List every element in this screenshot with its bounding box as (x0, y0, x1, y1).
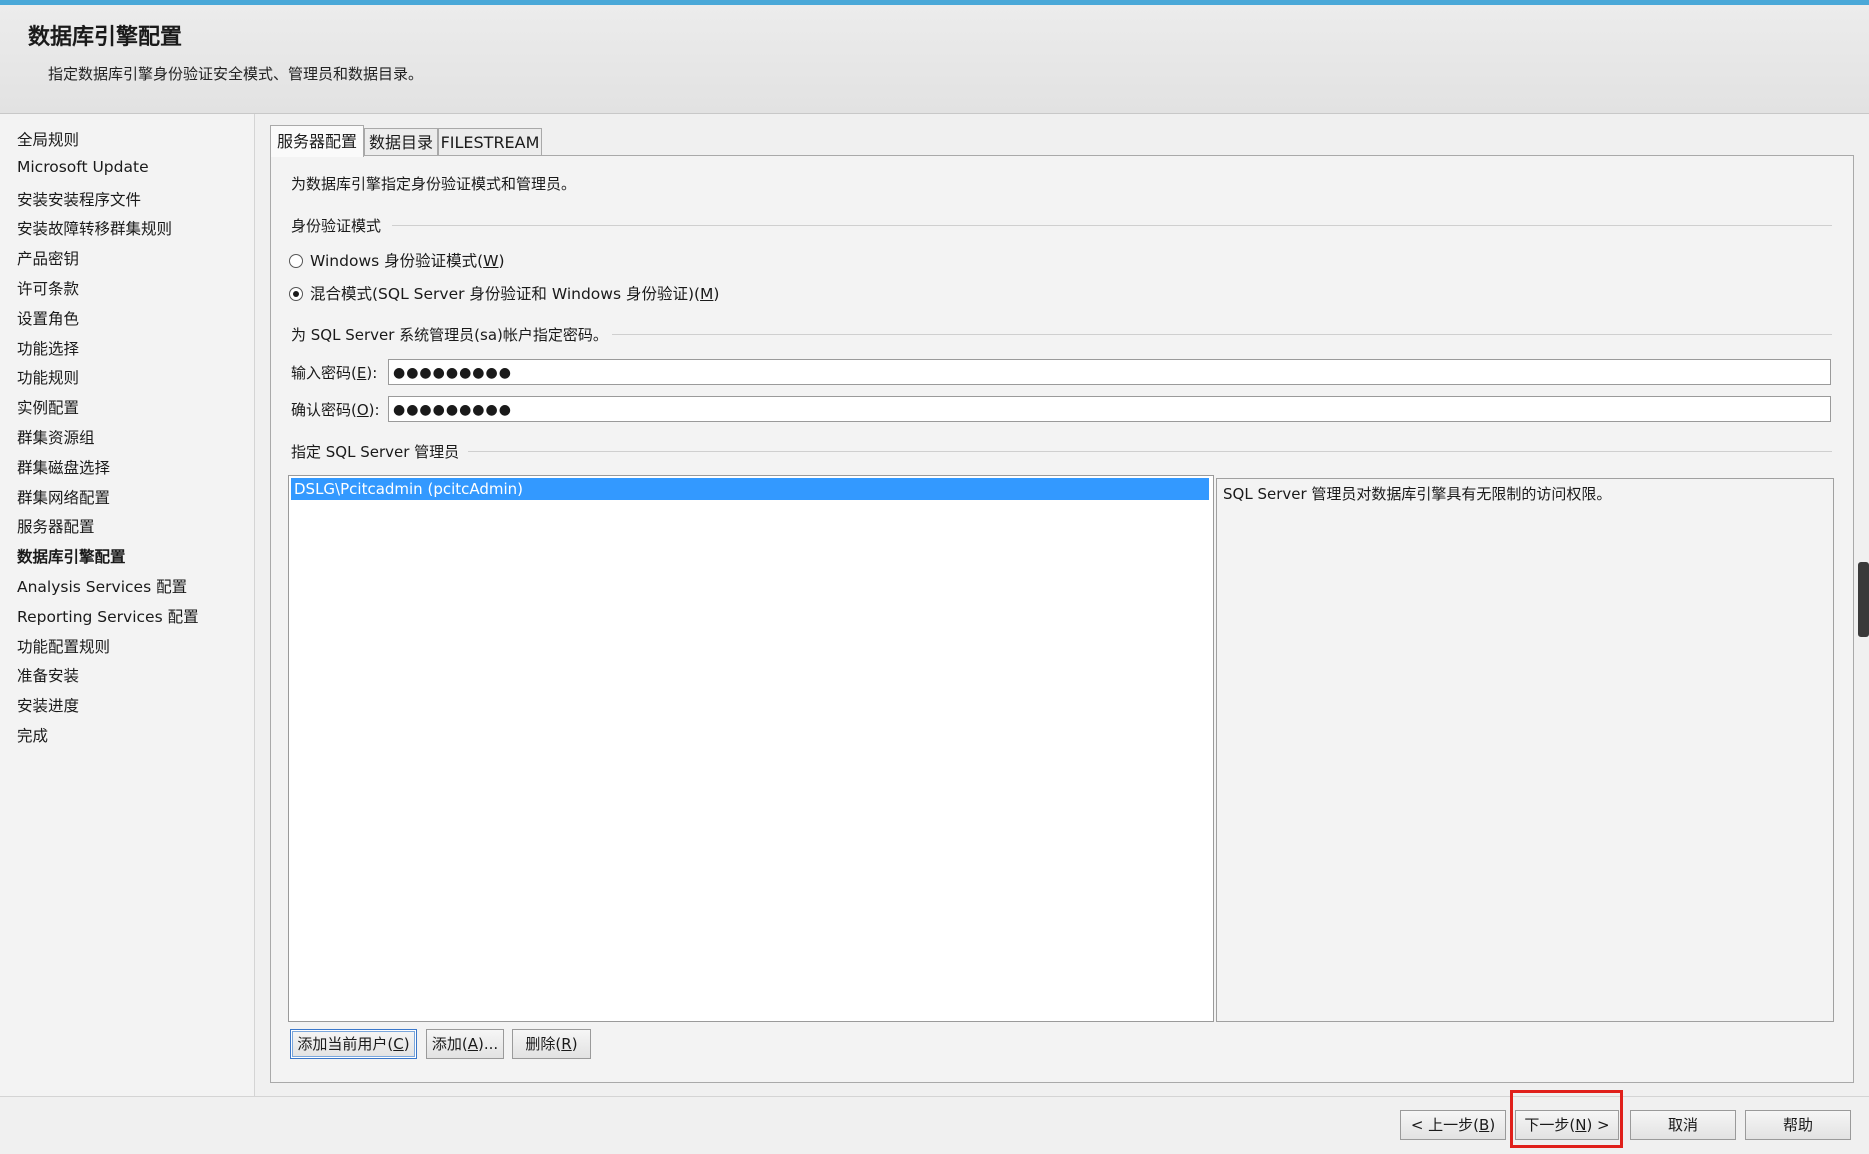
next-button-highlight (1510, 1090, 1623, 1148)
sidebar-item[interactable]: 产品密钥 (17, 247, 79, 269)
page-description: 指定数据库引擎身份验证安全模式、管理员和数据目录。 (48, 65, 424, 83)
enter-password-label: 输入密码(E): (291, 364, 378, 382)
admins-info-text: SQL Server 管理员对数据库引擎具有无限制的访问权限。 (1223, 485, 1612, 503)
side-handle[interactable] (1858, 562, 1869, 637)
back-button[interactable]: < 上一步(B) (1400, 1110, 1506, 1140)
tab-filestream[interactable]: FILESTREAM (438, 128, 542, 156)
mixed-auth-label[interactable]: 混合模式(SQL Server 身份验证和 Windows 身份验证)(M) (310, 282, 719, 304)
sidebar-item[interactable]: 实例配置 (17, 396, 79, 418)
sidebar-item[interactable]: 许可条款 (17, 277, 79, 299)
tab-server-config[interactable]: 服务器配置 (270, 125, 364, 157)
mixed-auth-radio[interactable] (289, 287, 303, 301)
page-header: 数据库引擎配置 指定数据库引擎身份验证安全模式、管理员和数据目录。 (0, 5, 1869, 114)
panel-intro: 为数据库引擎指定身份验证模式和管理员。 (291, 175, 577, 193)
sidebar-item[interactable]: 安装故障转移群集规则 (17, 217, 172, 239)
sidebar-item[interactable]: 安装安装程序文件 (17, 188, 141, 210)
sidebar-item[interactable]: 安装进度 (17, 694, 79, 716)
remove-button[interactable]: 删除(R) (512, 1029, 591, 1059)
sidebar-item[interactable]: 服务器配置 (17, 515, 95, 537)
windows-auth-radio[interactable] (289, 254, 303, 268)
auth-mode-divider (392, 225, 1832, 226)
add-current-user-button[interactable]: 添加当前用户(C) (290, 1029, 417, 1059)
sidebar-item[interactable]: 准备安装 (17, 664, 79, 686)
add-button[interactable]: 添加(A)... (426, 1029, 504, 1059)
sidebar-item[interactable]: 功能规则 (17, 366, 79, 388)
sidebar-item[interactable]: 群集网络配置 (17, 486, 110, 508)
admins-group-label: 指定 SQL Server 管理员 (291, 443, 460, 461)
cancel-button[interactable]: 取消 (1630, 1110, 1736, 1140)
sidebar-item[interactable]: 功能配置规则 (17, 635, 110, 657)
windows-auth-label[interactable]: Windows 身份验证模式(W) (310, 249, 505, 271)
sidebar-item[interactable]: Microsoft Update (17, 158, 149, 176)
confirm-password-label: 确认密码(O): (291, 401, 380, 419)
admins-divider (468, 451, 1832, 452)
sidebar-item[interactable]: 完成 (17, 724, 48, 746)
confirm-password-field[interactable]: ●●●●●●●●● (388, 396, 1831, 422)
sidebar: 全局规则 Microsoft Update 安装安装程序文件安装故障转移群集规则 产品… (0, 114, 255, 1096)
sidebar-item[interactable]: 数据库引擎配置 (17, 545, 126, 567)
sidebar-item[interactable]: 设置角色 (17, 307, 79, 329)
list-item[interactable]: DSLG\Pcitcadmin (pcitcAdmin) (291, 478, 1209, 500)
sa-password-divider (612, 334, 1832, 335)
sidebar-item[interactable]: 功能选择 (17, 337, 79, 359)
tab-data-directories[interactable]: 数据目录 (364, 128, 438, 156)
sidebar-item[interactable]: Reporting Services 配置 (17, 605, 199, 627)
sidebar-item[interactable]: 群集资源组 (17, 426, 95, 448)
sidebar-item[interactable]: 全局规则 (17, 128, 79, 150)
sidebar-item[interactable]: 群集磁盘选择 (17, 456, 110, 478)
auth-mode-group-label: 身份验证模式 (291, 217, 382, 235)
page-title: 数据库引擎配置 (28, 25, 183, 50)
help-button[interactable]: 帮助 (1745, 1110, 1851, 1140)
enter-password-field[interactable]: ●●●●●●●●● (388, 359, 1831, 385)
admins-info-box: SQL Server 管理员对数据库引擎具有无限制的访问权限。 (1216, 478, 1834, 1022)
sidebar-item[interactable]: Analysis Services 配置 (17, 575, 187, 597)
admins-list[interactable]: DSLG\Pcitcadmin (pcitcAdmin) (288, 475, 1214, 1022)
sa-password-group-label: 为 SQL Server 系统管理员(sa)帐户指定密码。 (291, 326, 608, 344)
